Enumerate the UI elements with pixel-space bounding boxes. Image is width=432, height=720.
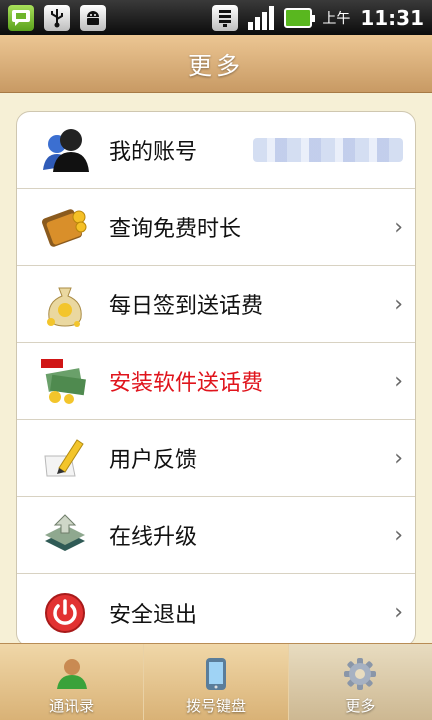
android-debug-icon <box>80 4 106 31</box>
chevron-right-icon: › <box>394 291 403 317</box>
contacts-icon <box>56 659 87 689</box>
menu-item-label: 安全退出 <box>109 602 198 628</box>
chevron-right-icon: › <box>394 522 403 548</box>
menu-item-safe-exit[interactable]: 安全退出 › <box>17 574 415 646</box>
menu-item-label: 用户反馈 <box>109 448 198 473</box>
wifi-icon <box>212 4 239 31</box>
menu-item-label: 查询免费时长 <box>109 217 242 242</box>
account-number-blurred <box>253 138 403 162</box>
signal-icon <box>248 5 275 30</box>
menu-item-label: 每日签到送话费 <box>109 294 264 319</box>
chevron-right-icon: › <box>394 600 403 625</box>
chevron-right-icon: › <box>394 214 403 240</box>
tab-label: 拨号键盘 <box>185 697 246 715</box>
phone-icon <box>205 658 226 690</box>
tab-label: 通讯录 <box>49 697 95 715</box>
bottom-tab-bar: 通讯录 拨号键盘 更多 <box>0 643 432 720</box>
more-menu-list: 我的账号 查询免费时长 › 每日签到送话费 › 安装软件送话费 › 用户反馈 ›… <box>16 111 416 647</box>
status-time: 11:31 <box>360 5 424 30</box>
tab-label: 更多 <box>345 697 376 715</box>
menu-item-label: 我的账号 <box>109 140 198 165</box>
menu-item-my-account[interactable]: 我的账号 <box>17 112 415 189</box>
tab-contacts[interactable]: 通讯录 <box>0 644 145 720</box>
account-icon <box>41 126 89 174</box>
chevron-right-icon: › <box>394 368 403 394</box>
android-notification-icon <box>8 4 34 31</box>
menu-item-user-feedback[interactable]: 用户反馈 › <box>17 420 415 497</box>
page-title: 更多 <box>188 52 244 80</box>
status-bar: 上午 11:31 <box>0 0 432 35</box>
menu-item-online-upgrade[interactable]: 在线升级 › <box>17 497 415 574</box>
menu-item-query-free-time[interactable]: 查询免费时长 › <box>17 189 415 266</box>
menu-item-label: 安装软件送话费 <box>109 371 264 396</box>
battery-icon <box>284 7 316 28</box>
feedback-pencil-icon <box>41 434 89 482</box>
title-bar: 更多 <box>0 35 432 93</box>
status-bar-right: 上午 11:31 <box>212 4 424 31</box>
tab-more[interactable]: 更多 <box>288 644 432 720</box>
hot-money-icon <box>41 357 89 405</box>
status-ampm: 上午 <box>322 10 351 27</box>
wallet-icon <box>41 203 89 251</box>
upgrade-icon <box>41 511 89 559</box>
menu-item-label: 在线升级 <box>109 525 198 550</box>
power-icon <box>41 589 89 637</box>
usb-icon <box>44 4 70 31</box>
chevron-right-icon: › <box>394 445 403 471</box>
tab-dialpad[interactable]: 拨号键盘 <box>144 644 289 720</box>
status-bar-left <box>8 4 106 31</box>
gear-icon <box>344 658 377 690</box>
menu-item-daily-checkin[interactable]: 每日签到送话费 › <box>17 266 415 343</box>
menu-item-install-software[interactable]: 安装软件送话费 › <box>17 343 415 420</box>
money-bag-icon <box>41 280 89 328</box>
